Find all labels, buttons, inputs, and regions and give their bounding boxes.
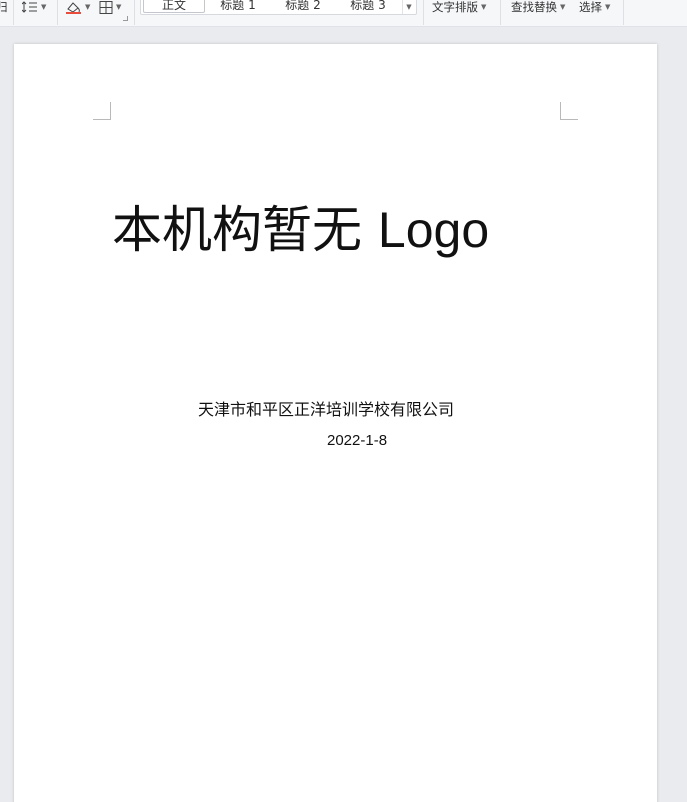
text-layout-label: 文字排版 — [432, 0, 478, 14]
toolbar-separator — [623, 0, 624, 25]
chevron-down-icon: ▼ — [560, 3, 566, 11]
style-heading-2[interactable]: 标题 2 — [273, 0, 333, 13]
shading-button[interactable]: ▼ — [65, 0, 90, 14]
document-date: 2022-1-8 — [327, 432, 388, 449]
chevron-down-icon: ▼ — [481, 3, 487, 11]
shading-icon — [66, 1, 81, 14]
style-heading-3[interactable]: 标题 3 — [338, 0, 398, 13]
select-label: 选择 — [579, 0, 602, 14]
text-layout-button[interactable]: 文字排版 ▼ — [432, 0, 486, 14]
margin-corner-mark — [93, 102, 111, 120]
toolbar-separator — [13, 0, 14, 25]
toolbar-separator — [500, 0, 501, 25]
truncated-tool-label[interactable]: 归 — [0, 0, 8, 14]
borders-icon — [99, 0, 113, 14]
gallery-more-icon[interactable]: ▼ — [402, 0, 415, 14]
ribbon-toolbar: 归 ▼ ▼ ▼ 正文 标题 1 标题 2 标题 3 ▼ 文字排版 ▼ 查找替换 … — [0, 0, 687, 27]
toolbar-separator — [134, 0, 135, 25]
chevron-down-icon: ▼ — [41, 3, 47, 11]
dialog-launcher-icon[interactable] — [123, 16, 128, 21]
heading-latin-text: Logo — [377, 202, 490, 258]
style-normal[interactable]: 正文 — [143, 0, 205, 13]
style-heading-1[interactable]: 标题 1 — [209, 0, 267, 13]
line-spacing-button[interactable]: ▼ — [22, 0, 46, 14]
logo-placeholder-heading: 本机构暂无 Logo — [112, 190, 489, 262]
chevron-down-icon: ▼ — [605, 3, 611, 11]
find-replace-button[interactable]: 查找替换 ▼ — [511, 0, 565, 14]
document-page[interactable]: 本机构暂无 Logo 天津市和平区正洋培训学校有限公司 2022-1-8 — [14, 44, 657, 802]
toolbar-separator — [423, 0, 424, 25]
margin-corner-mark — [560, 102, 578, 120]
organization-name: 天津市和平区正洋培训学校有限公司 — [198, 400, 455, 419]
chevron-down-icon: ▼ — [116, 3, 122, 11]
borders-button[interactable]: ▼ — [99, 0, 121, 14]
style-gallery: 正文 标题 1 标题 2 标题 3 ▼ — [140, 0, 417, 15]
chevron-down-icon: ▼ — [85, 3, 91, 11]
heading-cjk-text: 本机构暂无 — [112, 201, 362, 259]
select-button[interactable]: 选择 ▼ — [579, 0, 610, 14]
find-replace-label: 查找替换 — [511, 0, 557, 14]
line-spacing-icon — [22, 1, 37, 13]
toolbar-separator — [57, 0, 58, 25]
